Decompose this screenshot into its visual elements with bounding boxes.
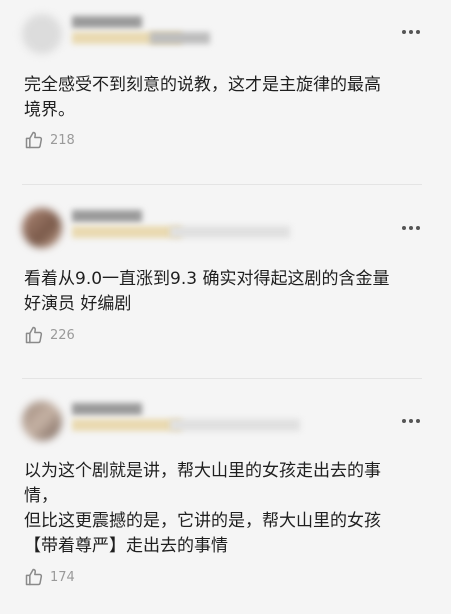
like-count: 226 bbox=[50, 327, 75, 343]
like-count: 218 bbox=[50, 132, 75, 148]
user-meta-blurred bbox=[170, 226, 290, 238]
like-button[interactable]: 226 bbox=[24, 325, 75, 345]
more-dots-icon[interactable] bbox=[401, 411, 421, 431]
like-button[interactable]: 218 bbox=[24, 130, 75, 150]
divider bbox=[22, 184, 422, 185]
thumbs-up-icon bbox=[25, 131, 43, 149]
user-meta-blurred bbox=[170, 419, 300, 431]
user-badge-blurred bbox=[72, 226, 182, 238]
comment-item: 完全感受不到刻意的说教，这才是主旋律的最高 境界。 218 bbox=[0, 0, 451, 185]
comment-text: 看着从9.0一直涨到9.3 确实对得起这剧的含金量 好演员 好编剧 bbox=[24, 269, 390, 314]
thumbs-up-icon bbox=[25, 326, 43, 344]
user-badge-blurred bbox=[72, 419, 182, 431]
avatar[interactable] bbox=[22, 208, 62, 248]
comment-text: 完全感受不到刻意的说教，这才是主旋律的最高 境界。 bbox=[24, 75, 381, 120]
more-dots-icon[interactable] bbox=[401, 218, 421, 238]
thumbs-up-icon bbox=[25, 568, 43, 586]
comment-item: 以为这个剧就是讲，帮大山里的女孩走出去的事 情， 但比这更震撼的是，它讲的是，帮… bbox=[0, 379, 451, 614]
username-blurred[interactable] bbox=[72, 403, 142, 415]
comment-feed: 完全感受不到刻意的说教，这才是主旋律的最高 境界。 218 看着从9.0一直涨到… bbox=[0, 0, 451, 614]
username-blurred[interactable] bbox=[72, 16, 142, 28]
comment-item: 看着从9.0一直涨到9.3 确实对得起这剧的含金量 好演员 好编剧 226 bbox=[0, 186, 451, 378]
username-blurred[interactable] bbox=[72, 210, 142, 222]
user-meta-blurred bbox=[150, 32, 210, 44]
avatar[interactable] bbox=[22, 401, 62, 441]
more-dots-icon[interactable] bbox=[401, 22, 421, 42]
avatar[interactable] bbox=[22, 14, 62, 54]
like-count: 174 bbox=[50, 569, 75, 585]
like-button[interactable]: 174 bbox=[24, 567, 75, 587]
comment-text: 以为这个剧就是讲，帮大山里的女孩走出去的事 情， 但比这更震撼的是，它讲的是，帮… bbox=[24, 461, 381, 556]
